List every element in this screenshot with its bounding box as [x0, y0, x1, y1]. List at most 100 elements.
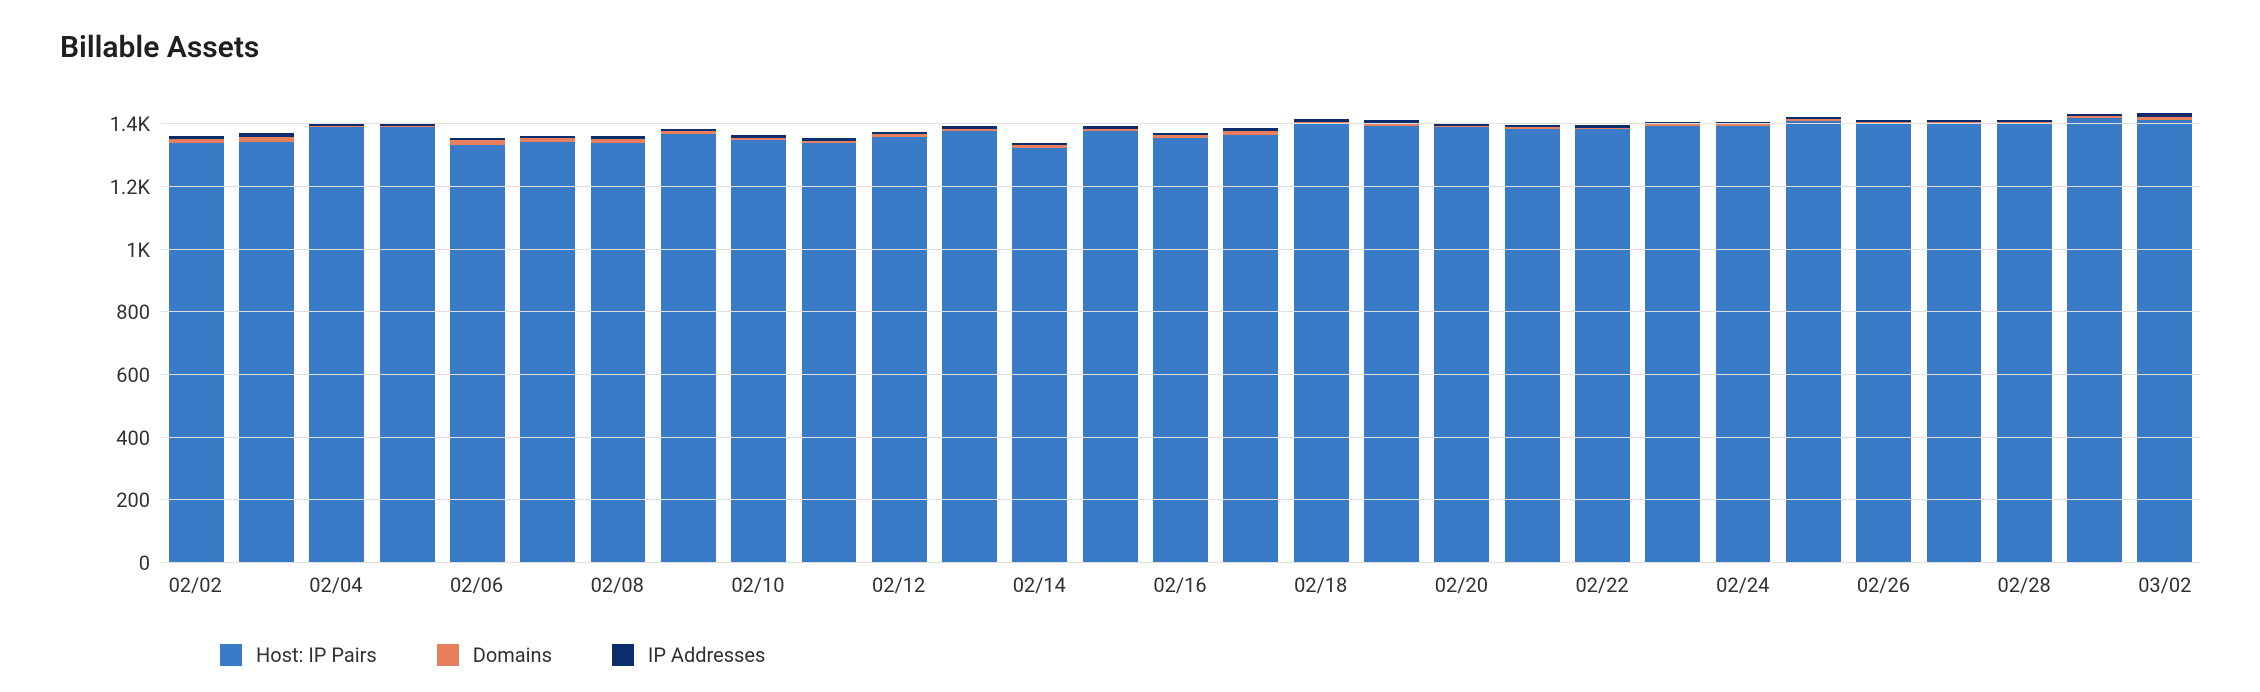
bar-segment-host_ip_pairs [1997, 124, 2052, 563]
bar-slot [934, 93, 1004, 563]
x-tick-label [1778, 563, 1848, 597]
y-tick-label: 1.2K [110, 175, 150, 199]
x-tick-label: 03/02 [2130, 563, 2200, 597]
bar-segment-host_ip_pairs [1575, 129, 1630, 563]
y-tick-label: 800 [116, 300, 150, 324]
bar-slot [372, 93, 442, 563]
bar-segment-host_ip_pairs [1364, 126, 1419, 563]
x-tick-label [934, 563, 1004, 597]
bar-stack[interactable] [1645, 122, 1700, 563]
bar-stack[interactable] [2067, 114, 2122, 563]
bar-stack[interactable] [1786, 117, 1841, 563]
legend-item-domains[interactable]: Domains [437, 643, 552, 667]
bar-segment-host_ip_pairs [1856, 124, 1911, 563]
bar-stack[interactable] [661, 129, 716, 563]
y-tick-label: 0 [139, 551, 150, 575]
bar-stack[interactable] [1434, 123, 1489, 563]
bar-segment-host_ip_pairs [942, 131, 997, 563]
x-tick-label: 02/20 [1426, 563, 1496, 597]
legend-swatch-icon [612, 644, 634, 666]
x-tick-label [1919, 563, 1989, 597]
legend-swatch-icon [220, 644, 242, 666]
legend: Host: IP Pairs Domains IP Addresses [220, 643, 2200, 667]
x-tick-label [652, 563, 722, 597]
x-tick-label [1215, 563, 1285, 597]
bar-stack[interactable] [1505, 125, 1560, 563]
y-axis: 02004006008001K1.2K1.4K [60, 93, 160, 563]
bar-slot [794, 93, 864, 563]
bar-slot [1778, 93, 1848, 563]
bar-stack[interactable] [872, 132, 927, 563]
bar-slot [724, 93, 794, 563]
bar-slot [1216, 93, 1286, 563]
bar-slot [1497, 93, 1567, 563]
x-tick-label: 02/18 [1286, 563, 1356, 597]
bar-segment-host_ip_pairs [380, 127, 435, 563]
x-tick-label: 02/28 [1989, 563, 2059, 597]
bar-slot [1427, 93, 1497, 563]
bar-segment-host_ip_pairs [1716, 126, 1771, 563]
x-tick-label [371, 563, 441, 597]
x-tick-label [512, 563, 582, 597]
legend-swatch-icon [437, 644, 459, 666]
plot-region [160, 93, 2200, 563]
bar-slot [161, 93, 231, 563]
y-tick-label: 200 [116, 488, 150, 512]
x-tick-label [1637, 563, 1707, 597]
legend-label: Host: IP Pairs [256, 643, 377, 667]
bar-stack[interactable] [1575, 125, 1630, 563]
x-tick-label [1497, 563, 1567, 597]
bar-slot [1919, 93, 1989, 563]
chart-container: Billable Assets 02004006008001K1.2K1.4K … [0, 0, 2260, 692]
legend-item-host_ip_pairs[interactable]: Host: IP Pairs [220, 643, 377, 667]
bar-slot [1075, 93, 1145, 563]
bar-stack[interactable] [1716, 122, 1771, 563]
bar-stack[interactable] [380, 123, 435, 563]
bar-segment-host_ip_pairs [1083, 131, 1138, 563]
bar-slot [653, 93, 723, 563]
bar-stack[interactable] [942, 126, 997, 563]
bar-slot [442, 93, 512, 563]
x-axis-labels: 02/0202/0402/0602/0802/1002/1202/1402/16… [160, 563, 2200, 597]
bar-slot [1989, 93, 2059, 563]
grid-line [161, 123, 2200, 124]
bar-slot [231, 93, 301, 563]
bar-segment-host_ip_pairs [1927, 124, 1982, 563]
x-tick-label [2059, 563, 2129, 597]
x-tick-label [1074, 563, 1144, 597]
x-tick-label: 02/08 [582, 563, 652, 597]
grid-line [161, 374, 2200, 375]
y-tick-label: 1.4K [110, 112, 150, 136]
bars-layer [161, 93, 2200, 563]
grid-line [161, 186, 2200, 187]
bar-segment-host_ip_pairs [1012, 148, 1067, 563]
bar-segment-host_ip_pairs [309, 127, 364, 563]
bar-slot [1638, 93, 1708, 563]
x-tick-label: 02/22 [1567, 563, 1637, 597]
x-tick-label: 02/26 [1848, 563, 1918, 597]
y-tick-label: 400 [116, 426, 150, 450]
grid-line [161, 499, 2200, 500]
bar-stack[interactable] [309, 123, 364, 563]
bar-stack[interactable] [2137, 113, 2192, 563]
bar-slot [1708, 93, 1778, 563]
bar-stack[interactable] [1083, 126, 1138, 563]
bar-slot [1005, 93, 1075, 563]
bar-stack[interactable] [1223, 128, 1278, 563]
bar-slot [1567, 93, 1637, 563]
chart-title: Billable Assets [60, 30, 2200, 65]
bar-slot [302, 93, 372, 563]
grid-line [161, 249, 2200, 250]
bar-segment-host_ip_pairs [1434, 127, 1489, 563]
x-tick-label: 02/16 [1145, 563, 1215, 597]
x-tick-label: 02/24 [1708, 563, 1778, 597]
x-tick-label [793, 563, 863, 597]
bar-segment-host_ip_pairs [2067, 118, 2122, 563]
x-tick-label [1356, 563, 1426, 597]
legend-item-ip_addresses[interactable]: IP Addresses [612, 643, 765, 667]
x-tick-label: 02/10 [723, 563, 793, 597]
bar-slot [864, 93, 934, 563]
x-tick-label: 02/02 [160, 563, 230, 597]
legend-label: Domains [473, 643, 552, 667]
x-tick-label: 02/04 [301, 563, 371, 597]
